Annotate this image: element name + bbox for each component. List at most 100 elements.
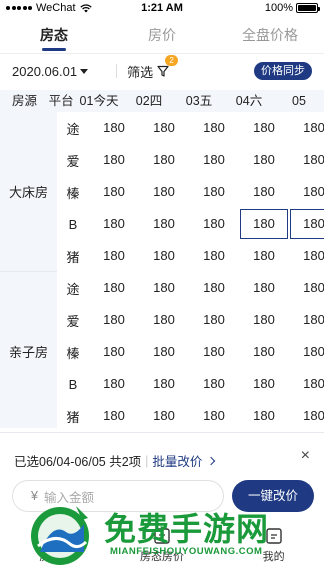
price-cell[interactable]: 180 [89,145,139,175]
price-cell[interactable]: 180 [89,305,139,335]
filter-bar: 2020.06.01 筛选 2 价格同步 [0,54,324,86]
price-cell[interactable]: 180 [239,177,289,207]
nav-label: 房源 [39,551,62,563]
one-key-change-price-button[interactable]: 一键改价 [232,480,314,512]
table-row: 途 180 180 180 180 180 [57,112,324,144]
table-row: 榛 180 180 180 180 180 [57,336,324,368]
room-group: 大床房途 180 180 180 180 180 爱 180 180 180 180 180 榛 180 1… [0,112,324,272]
price-cell[interactable]: 180 [189,273,239,303]
price-cell[interactable]: 180 [289,401,324,428]
price-cell[interactable]: 180 [89,337,139,367]
tab-label: 全盘价格 [242,27,298,43]
price-cell[interactable]: 180 [189,241,239,271]
user-icon [265,528,282,544]
price-cell[interactable]: 180 [139,337,189,367]
tab-1[interactable]: 房价 [108,18,216,53]
amount-input[interactable]: ¥ 输入金额 [12,480,224,512]
price-cell[interactable]: 180 [139,273,189,303]
price-cell[interactable]: 180 [89,369,139,399]
tab-label: 房态 [40,27,68,43]
platform-cell: 猪 [66,249,80,265]
table-row: 猪 180 180 180 180 180 [57,240,324,272]
filter-icon [157,65,169,77]
batch-edit-link[interactable]: 批量改价 [152,451,202,470]
platform-cell: 爱 [66,153,80,169]
table-row: 爱 180 180 180 180 180 [57,304,324,336]
price-cell[interactable]: 180 [289,145,324,175]
tab-0[interactable]: 房态 [0,18,108,53]
price-cell[interactable]: 180 [89,177,139,207]
price-cell[interactable]: 180 [189,337,239,367]
status-left: WeChat [6,2,92,14]
room-status-table: 房源 平台 01今天 02四 03五 04六 05 大床房途 180 180 180 180 18… [0,90,324,428]
price-cell[interactable]: 180 [189,113,239,143]
price-cell[interactable]: 180 [289,177,324,207]
filter-button[interactable]: 筛选 2 [127,54,179,81]
header-day: 05 [292,94,306,108]
calendar-edit-icon [154,528,170,544]
price-cell[interactable]: 180 [139,305,189,335]
price-cell[interactable]: 180 [89,401,139,428]
price-cell[interactable]: 180 [89,273,139,303]
header-day: 04六 [235,94,263,108]
price-cell[interactable]: 180 [139,241,189,271]
price-cell[interactable]: 180 [139,401,189,428]
nav-label: 我的 [262,551,285,563]
battery-percent: 100% [264,2,293,14]
battery-icon [296,3,320,13]
table-row: 爱 180 180 180 180 180 [57,144,324,176]
table-row: 猪 180 180 180 180 180 [57,400,324,428]
nav-item-2[interactable]: 我的 [263,526,285,564]
price-cell[interactable]: 180 [189,209,239,239]
platform-cell: 途 [66,281,80,297]
table-row: B 180 180 180 180 180 [57,368,324,400]
close-icon[interactable]: × [301,447,310,465]
price-cell[interactable]: 180 [239,337,289,367]
status-bar: WeChat 1:21 AM 100% [0,0,324,16]
price-cell[interactable]: 180 [289,337,324,367]
price-cell[interactable]: 180 [239,401,289,428]
price-cell[interactable]: 180 [139,177,189,207]
header-day: 02四 [135,94,163,108]
price-cell[interactable]: 180 [139,369,189,399]
price-cell[interactable]: 180 [239,273,289,303]
price-cell[interactable]: 180 [89,241,139,271]
price-cell[interactable]: 180 [239,113,289,143]
price-cell[interactable]: 180 [139,209,189,239]
price-cell[interactable]: 180 [189,369,239,399]
filter-label: 筛选 [127,64,154,80]
price-cell[interactable]: 180 [139,145,189,175]
price-cell-selected[interactable]: 180 [240,209,288,239]
price-cell[interactable]: 180 [239,305,289,335]
nav-item-1[interactable]: 房态房价 [140,526,184,564]
price-cell-selected[interactable]: 180 [290,209,324,239]
nav-item-0[interactable]: 房源 [39,526,61,564]
price-cell[interactable]: 180 [289,273,324,303]
price-cell[interactable]: 180 [289,369,324,399]
price-cell[interactable]: 180 [189,401,239,428]
price-cell[interactable]: 180 [289,305,324,335]
price-cell[interactable]: 180 [89,113,139,143]
platform-cell: 榛 [66,185,80,201]
price-cell[interactable]: 180 [239,241,289,271]
table-header: 房源 平台 01今天 02四 03五 04六 05 [0,90,324,112]
price-cell[interactable]: 180 [89,209,139,239]
date-value: 2020.06.01 [12,63,78,79]
price-cell[interactable]: 180 [189,145,239,175]
platform-cell: B [68,216,78,232]
price-cell[interactable]: 180 [139,113,189,143]
price-cell[interactable]: 180 [239,145,289,175]
tab-active-indicator [42,48,66,51]
price-cell[interactable]: 180 [289,113,324,143]
date-selector[interactable]: 2020.06.01 [12,63,89,79]
platform-cell: 途 [66,121,80,137]
price-cell[interactable]: 180 [239,369,289,399]
chevron-right-icon [207,456,216,465]
selection-text: 已选06/04-06/05 共2项 [14,455,142,469]
price-sync-button[interactable]: 价格同步 [254,62,312,80]
yen-prefix: ¥ [31,489,38,503]
price-cell[interactable]: 180 [189,177,239,207]
price-cell[interactable]: 180 [289,241,324,271]
tab-2[interactable]: 全盘价格 [216,18,324,53]
price-cell[interactable]: 180 [189,305,239,335]
